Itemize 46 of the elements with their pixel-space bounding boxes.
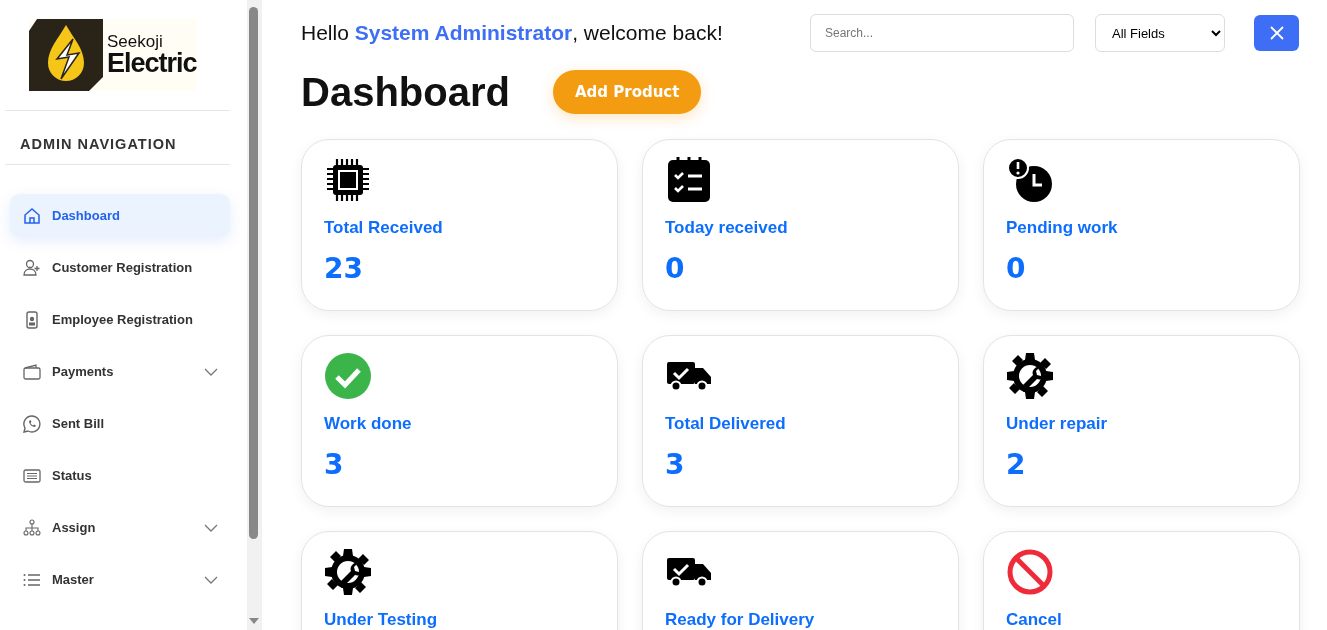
prohibited-icon [1006,548,1054,596]
hierarchy-icon [22,517,42,538]
search-field[interactable]: Search... [810,14,1074,52]
card-title: Total Received [324,218,444,238]
sidebar-item[interactable]: Status [10,454,230,497]
sidebar-item[interactable]: Assign [10,506,230,549]
card-value: 3 [665,448,686,481]
sidebar-item[interactable]: Payments [10,350,230,393]
sidebar-item[interactable]: Employee Registration [10,298,230,341]
close-icon [1269,26,1284,40]
sidebar-item[interactable]: Sent Bill [10,402,230,445]
card-title: Cancel [1006,610,1063,630]
card-title: Under Testing [324,610,439,630]
card-title: Work done [324,414,413,434]
card-title: Total Delivered [665,414,787,434]
check-circle-icon [324,352,372,400]
clock-alert-icon [1006,156,1054,204]
chat-phone-icon [22,413,42,434]
scrollbar-thumb[interactable] [249,7,258,539]
card-value: 0 [1006,252,1027,285]
greeting-text: Hello System Administrator, welcome back! [301,21,723,45]
card-value: 2 [1006,448,1027,481]
nav-heading: ADMIN NAVIGATION [5,111,230,165]
sidebar-item[interactable]: Customer Registration [10,246,230,289]
user-add-icon [22,257,42,278]
card-title: Under repair [1006,414,1109,434]
card-value: 0 [665,252,686,285]
card-title: Ready for Delivery [665,610,816,630]
card-title: Today received [665,218,789,238]
checklist-icon [665,156,713,204]
filter-dropdown[interactable]: All Fields [1095,14,1225,52]
gear-wrench-icon [324,548,372,596]
card-value: 23 [324,252,364,285]
sidebar-item[interactable]: Master [10,558,230,601]
card-value: 3 [324,448,345,481]
chip-icon [324,156,372,204]
card-title: Pending work [1006,218,1119,238]
home-icon [22,205,42,226]
scroll-down-arrow[interactable] [249,618,259,624]
page-title: Dashboard [301,69,510,115]
close-button[interactable] [1254,15,1299,51]
logo-text: Seekoji [107,33,164,50]
sidebar-item[interactable]: Dashboard [10,194,230,237]
wallet-icon [22,361,42,382]
logo-text: Electric [107,50,197,77]
gear-wrench-icon [1006,352,1054,400]
